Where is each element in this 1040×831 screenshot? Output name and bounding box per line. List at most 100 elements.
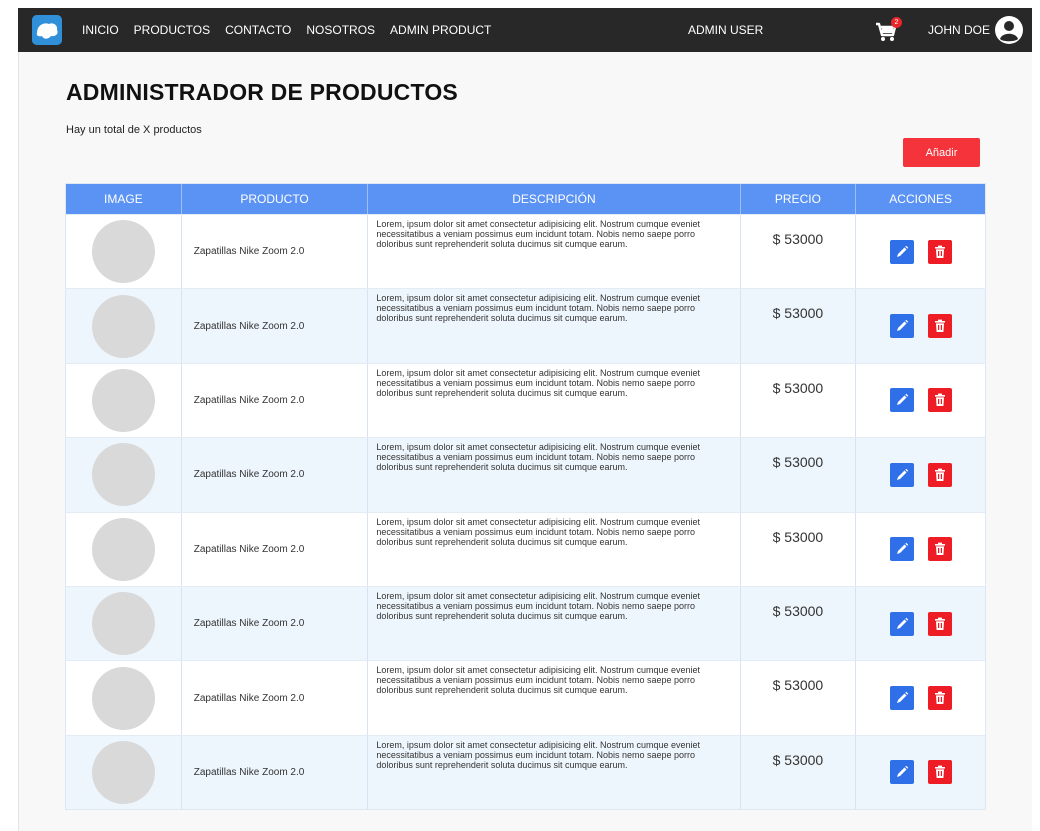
trash-icon — [933, 468, 947, 482]
actions-cell — [856, 364, 985, 437]
nav-link-inicio[interactable]: INICIO — [82, 23, 119, 37]
user-avatar-icon[interactable] — [994, 15, 1024, 45]
header-producto: PRODUCTO — [182, 184, 369, 214]
delete-button[interactable] — [927, 611, 952, 636]
edit-button[interactable] — [889, 537, 914, 562]
delete-button[interactable] — [927, 686, 952, 711]
table-row: Zapatillas Nike Zoom 2.0 Lorem, ipsum dol… — [66, 437, 985, 512]
pencil-icon — [895, 542, 909, 556]
nav-link-nosotros[interactable]: NOSOTROS — [306, 23, 375, 37]
product-name: Zapatillas Nike Zoom 2.0 — [182, 215, 369, 289]
product-price: $ 53000 — [741, 512, 857, 586]
nav-link-contacto[interactable]: CONTACTO — [225, 23, 291, 37]
image-cell — [66, 438, 182, 512]
product-description: Lorem, ipsum dolor sit amet consectetur … — [368, 438, 741, 512]
actions-cell — [856, 438, 985, 511]
nav-links: INICIO PRODUCTOS CONTACTO NOSOTROS ADMIN… — [82, 8, 491, 52]
image-cell — [66, 289, 182, 363]
image-cell — [66, 735, 182, 810]
table-row: Zapatillas Nike Zoom 2.0 Lorem, ipsum dol… — [66, 214, 985, 289]
nav-link-productos[interactable]: PRODUCTOS — [134, 23, 210, 37]
product-description: Lorem, ipsum dolor sit amet consectetur … — [368, 661, 741, 735]
trash-icon — [933, 691, 947, 705]
product-price: $ 53000 — [741, 438, 857, 512]
delete-button[interactable] — [927, 239, 952, 264]
image-cell — [66, 215, 182, 289]
actions-cell — [856, 513, 985, 586]
delete-button[interactable] — [927, 388, 952, 413]
product-description: Lorem, ipsum dolor sit amet consectetur … — [368, 586, 741, 661]
delete-button[interactable] — [927, 537, 952, 562]
product-name: Zapatillas Nike Zoom 2.0 — [182, 438, 369, 512]
table-header: IMAGE PRODUCTO DESCRIPCIÓN PRECIO ACCION… — [66, 184, 985, 214]
edit-button[interactable] — [889, 686, 914, 711]
product-image — [91, 517, 155, 581]
pencil-icon — [895, 245, 909, 259]
product-image — [91, 666, 155, 730]
top-navbar: INICIO PRODUCTOS CONTACTO NOSOTROS ADMIN… — [18, 8, 1032, 52]
cart-count-badge: 2 — [891, 17, 902, 28]
product-name: Zapatillas Nike Zoom 2.0 — [182, 661, 369, 735]
product-name: Zapatillas Nike Zoom 2.0 — [182, 586, 369, 661]
header-image: IMAGE — [66, 184, 182, 214]
actions-cell — [856, 587, 985, 660]
edit-button[interactable] — [889, 314, 914, 339]
actions-cell — [856, 215, 985, 288]
image-cell — [66, 512, 182, 586]
table-row: Zapatillas Nike Zoom 2.0 Lorem, ipsum dol… — [66, 511, 985, 586]
table-body: Zapatillas Nike Zoom 2.0 Lorem, ipsum dol… — [66, 214, 985, 810]
trash-icon — [933, 245, 947, 259]
pencil-icon — [895, 468, 909, 482]
image-cell — [66, 586, 182, 661]
product-price: $ 53000 — [741, 586, 857, 661]
edit-button[interactable] — [889, 388, 914, 413]
brand-logo-icon[interactable] — [32, 15, 62, 45]
table-row: Zapatillas Nike Zoom 2.0 Lorem, ipsum dol… — [66, 362, 985, 438]
products-table: IMAGE PRODUCTO DESCRIPCIÓN PRECIO ACCION… — [65, 183, 986, 811]
trash-icon — [933, 617, 947, 631]
product-description: Lorem, ipsum dolor sit amet consectetur … — [368, 215, 741, 289]
user-name[interactable]: JOHN DOE — [928, 8, 990, 52]
total-products-text: Hay un total de X productos — [66, 124, 202, 136]
product-name: Zapatillas Nike Zoom 2.0 — [182, 289, 369, 363]
edit-button[interactable] — [889, 239, 914, 264]
pencil-icon — [895, 691, 909, 705]
product-description: Lorem, ipsum dolor sit amet consectetur … — [368, 512, 741, 586]
table-row: Zapatillas Nike Zoom 2.0 Lorem, ipsum dol… — [66, 585, 985, 661]
product-name: Zapatillas Nike Zoom 2.0 — [182, 363, 369, 438]
image-cell — [66, 661, 182, 735]
product-image — [91, 443, 155, 507]
actions-cell — [856, 661, 985, 734]
trash-icon — [933, 542, 947, 556]
delete-button[interactable] — [927, 314, 952, 339]
pencil-icon — [895, 617, 909, 631]
pencil-icon — [895, 319, 909, 333]
product-image — [91, 294, 155, 358]
edit-button[interactable] — [889, 462, 914, 487]
shopping-cart-icon[interactable]: 2 — [874, 17, 902, 43]
product-image — [91, 368, 155, 432]
product-image — [91, 220, 155, 284]
trash-icon — [933, 393, 947, 407]
product-price: $ 53000 — [741, 363, 857, 438]
nav-link-admin-user[interactable]: ADMIN USER — [688, 8, 763, 52]
header-acciones: ACCIONES — [889, 192, 952, 206]
product-image — [91, 592, 155, 656]
delete-button[interactable] — [927, 462, 952, 487]
table-row: Zapatillas Nike Zoom 2.0 Lorem, ipsum dol… — [66, 660, 985, 735]
header-precio: PRECIO — [741, 184, 857, 214]
product-name: Zapatillas Nike Zoom 2.0 — [182, 735, 369, 810]
product-name: Zapatillas Nike Zoom 2.0 — [182, 512, 369, 586]
nav-link-admin-product[interactable]: ADMIN PRODUCT — [390, 23, 491, 37]
product-description: Lorem, ipsum dolor sit amet consectetur … — [368, 735, 741, 810]
actions-cell — [856, 289, 985, 362]
add-product-button[interactable]: Añadir — [903, 138, 980, 167]
product-price: $ 53000 — [741, 289, 857, 363]
edit-button[interactable] — [889, 760, 914, 785]
actions-cell — [856, 736, 985, 809]
edit-button[interactable] — [889, 611, 914, 636]
delete-button[interactable] — [927, 760, 952, 785]
product-price: $ 53000 — [741, 661, 857, 735]
pencil-icon — [895, 765, 909, 779]
product-price: $ 53000 — [741, 735, 857, 810]
